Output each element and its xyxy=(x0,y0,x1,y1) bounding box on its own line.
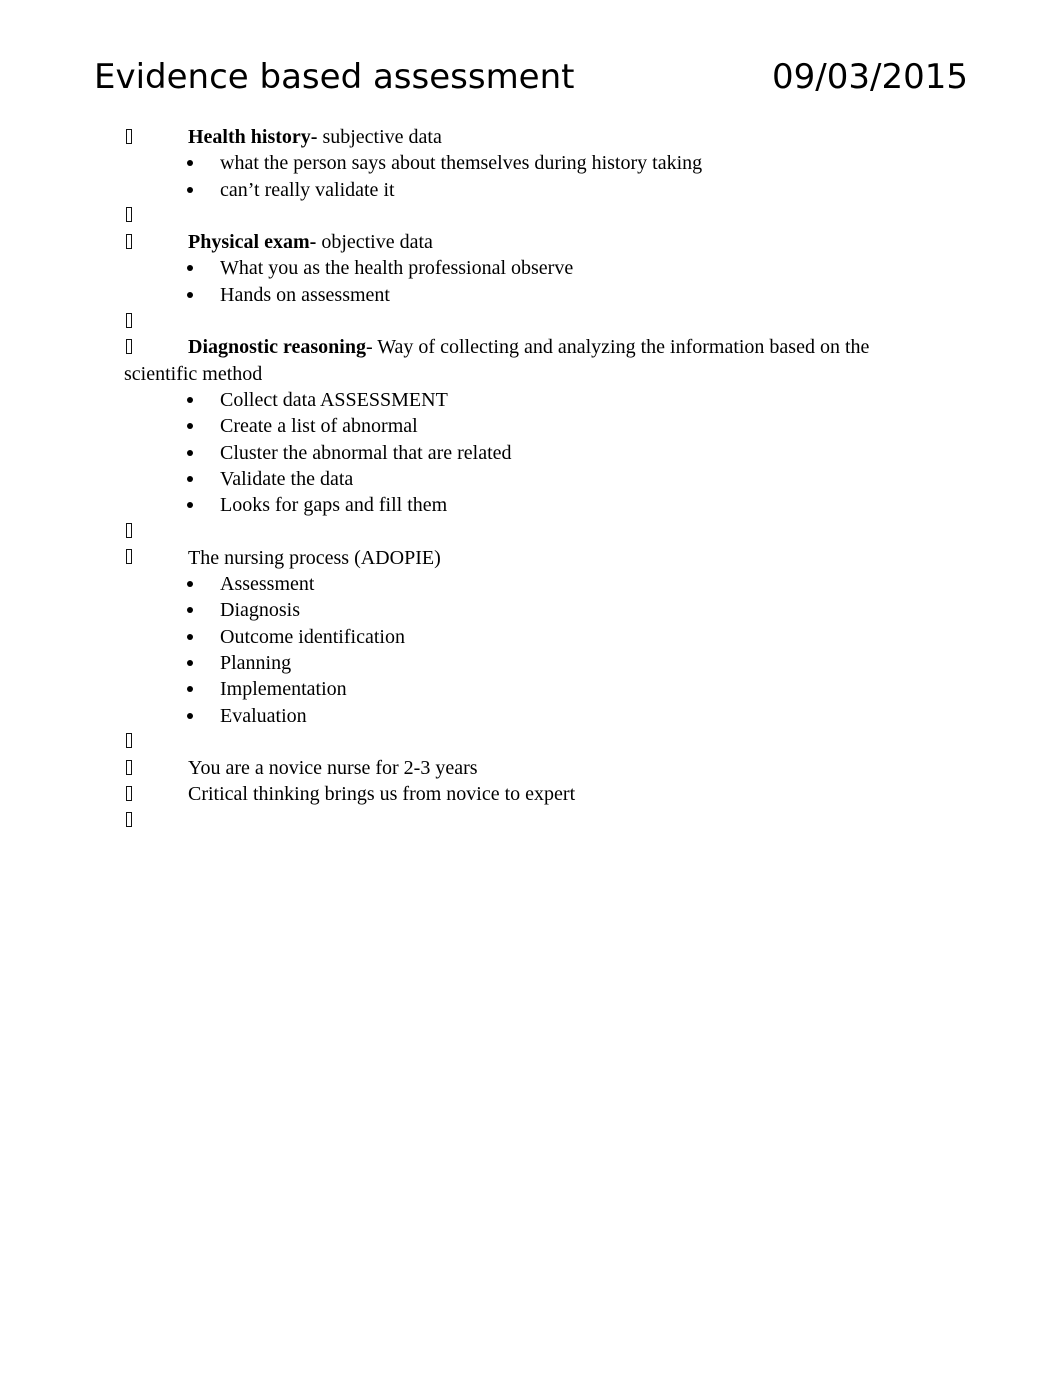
missing-glyph-box-icon xyxy=(126,312,132,328)
list-item-label: what the person says about themselves du… xyxy=(220,152,703,175)
list-item: Implementation xyxy=(124,676,940,702)
filled-round-bullet-icon xyxy=(187,475,193,482)
list-item: Cluster the abnormal that are related xyxy=(124,440,940,466)
filled-round-bullet-icon xyxy=(187,160,193,167)
list-item: Create a list of abnormal xyxy=(124,413,940,439)
list-item-label: Diagnosis xyxy=(220,599,300,622)
filled-round-bullet-icon xyxy=(187,396,193,403)
filled-round-bullet-icon xyxy=(187,686,193,693)
filled-round-bullet-icon xyxy=(187,712,193,719)
list-item-label: Collect data ASSESSMENT xyxy=(220,388,448,411)
missing-glyph-box-icon xyxy=(126,128,132,144)
list-item-label: Cluster the abnormal that are related xyxy=(220,441,512,464)
outline-item-label: You are a novice nurse for 2-3 years xyxy=(188,757,478,780)
filled-round-bullet-icon xyxy=(187,291,193,298)
list-item-label: Create a list of abnormal xyxy=(220,415,418,438)
outline-body: Health history- subjective data what the… xyxy=(124,124,940,834)
list-item-label: Looks for gaps and fill them xyxy=(220,494,448,517)
missing-glyph-box-icon xyxy=(126,522,132,538)
list-item: Outcome identification xyxy=(124,624,940,650)
outline-item-label-bold: Physical exam- xyxy=(188,231,317,254)
missing-glyph-box-icon xyxy=(126,785,132,801)
list-item-label: What you as the health professional obse… xyxy=(220,257,574,280)
page-title: Evidence based assessment xyxy=(94,57,575,97)
list-item: Planning xyxy=(124,650,940,676)
list-item: Evaluation xyxy=(124,703,940,729)
filled-round-bullet-icon xyxy=(187,423,193,430)
missing-glyph-box-icon xyxy=(126,759,132,775)
missing-glyph-box-icon xyxy=(126,233,132,249)
list-item: Looks for gaps and fill them xyxy=(124,492,940,518)
outline-item-empty xyxy=(124,808,940,834)
list-item: Validate the data xyxy=(124,466,940,492)
filled-round-bullet-icon xyxy=(187,502,193,509)
filled-round-bullet-icon xyxy=(187,659,193,666)
outline-item-physical-exam: Physical exam- objective data xyxy=(124,229,940,255)
outline-item-diagnostic-reasoning: Diagnostic reasoning- Way of collecting … xyxy=(124,334,940,387)
missing-glyph-box-icon xyxy=(126,549,132,565)
document-header: Evidence based assessment 09/03/2015 xyxy=(94,55,968,99)
list-item-label: Assessment xyxy=(220,573,315,596)
missing-glyph-box-icon xyxy=(126,812,132,828)
list-item-label: Validate the data xyxy=(220,467,354,490)
list-item-label: Evaluation xyxy=(220,704,307,727)
filled-round-bullet-icon xyxy=(187,607,193,614)
outline-item-label-bold: Diagnostic reasoning xyxy=(188,336,366,359)
list-item: What you as the health professional obse… xyxy=(124,255,940,281)
outline-item-health-history: Health history- subjective data xyxy=(124,124,940,150)
outline-item-critical-thinking: Critical thinking brings us from novice … xyxy=(124,781,940,807)
outline-item-label-rest: subjective data xyxy=(317,126,442,148)
filled-round-bullet-icon xyxy=(187,265,193,272)
list-item: Collect data ASSESSMENT xyxy=(124,387,940,413)
filled-round-bullet-icon xyxy=(187,186,193,193)
outline-item-empty xyxy=(124,729,940,755)
outline-item-novice-nurse: You are a novice nurse for 2-3 years xyxy=(124,755,940,781)
filled-round-bullet-icon xyxy=(187,633,193,640)
outline-item-label-rest: objective data xyxy=(316,231,433,254)
list-item: Assessment xyxy=(124,571,940,597)
missing-glyph-box-icon xyxy=(126,207,132,223)
outline-item-label-bold: Health history- xyxy=(188,126,318,148)
outline-item-empty xyxy=(124,203,940,229)
outline-item-label: Critical thinking brings us from novice … xyxy=(188,783,576,806)
list-item: what the person says about themselves du… xyxy=(124,150,940,176)
missing-glyph-box-icon xyxy=(126,733,132,749)
missing-glyph-box-icon xyxy=(126,338,132,354)
filled-round-bullet-icon xyxy=(187,581,193,588)
outline-item-label: The nursing process (ADOPIE) xyxy=(188,546,441,569)
list-item: Hands on assessment xyxy=(124,282,940,308)
list-item: Diagnosis xyxy=(124,597,940,623)
list-item-label: Planning xyxy=(220,651,292,674)
outline-item-empty xyxy=(124,518,940,544)
outline-item-empty xyxy=(124,308,940,334)
filled-round-bullet-icon xyxy=(187,449,193,456)
document-page: Evidence based assessment 09/03/2015 Hea… xyxy=(0,0,1062,1377)
list-item-label: can’t really validate it xyxy=(220,178,395,201)
outline-item-nursing-process: The nursing process (ADOPIE) xyxy=(124,545,940,571)
list-item-label: Implementation xyxy=(220,678,347,701)
list-item-label: Outcome identification xyxy=(220,625,405,648)
list-item-label: Hands on assessment xyxy=(220,283,390,306)
document-date: 09/03/2015 xyxy=(772,57,968,97)
list-item: can’t really validate it xyxy=(124,177,940,203)
